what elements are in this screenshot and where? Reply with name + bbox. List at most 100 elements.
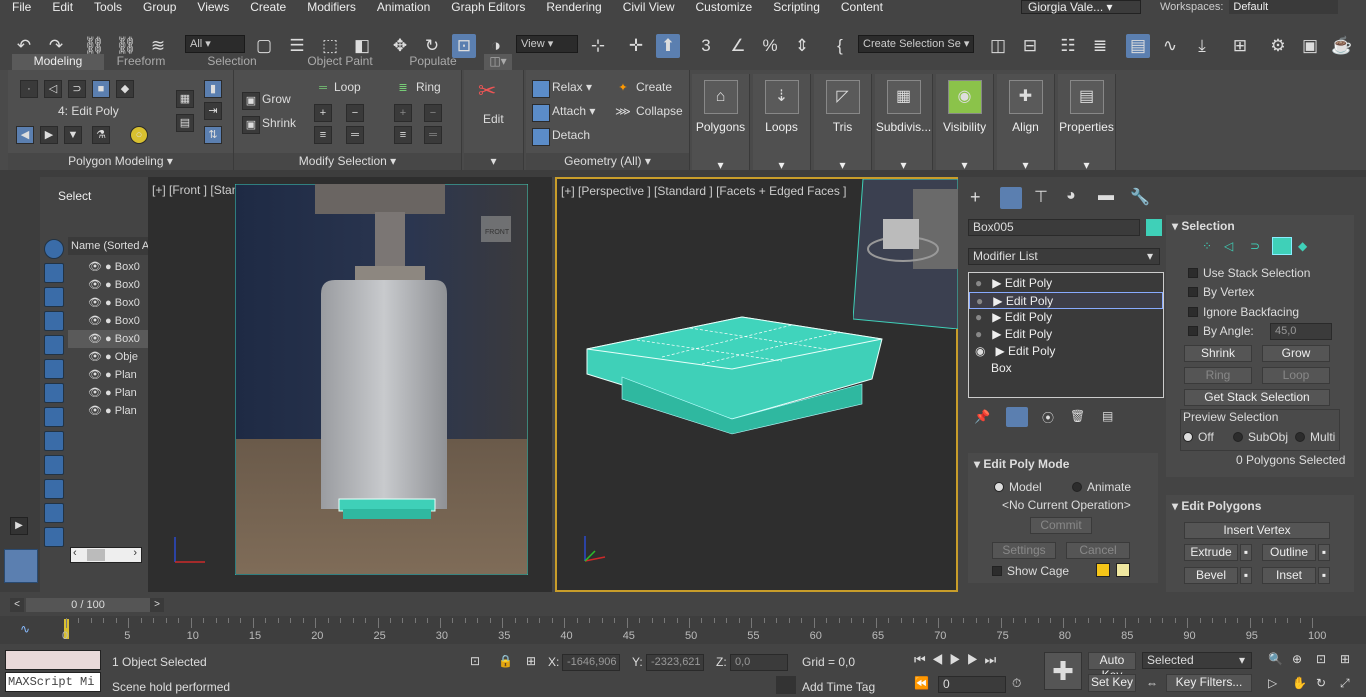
ring-add-icon[interactable]: + (394, 104, 412, 122)
zoom-all-icon[interactable]: ⊕ (1292, 652, 1302, 666)
vertex-mode-icon[interactable]: · (20, 80, 38, 98)
scene-list-item[interactable]: 👁 ● Obje (68, 348, 148, 366)
ring-sel-button[interactable]: Ring (1184, 367, 1252, 384)
pin-stack-icon[interactable]: ▮ (204, 80, 222, 98)
align-icon[interactable]: ⊟ (1018, 34, 1042, 58)
tab-modeling[interactable]: Modeling (12, 54, 104, 70)
scene-list-item[interactable]: 👁 ● Plan (68, 402, 148, 420)
animate-radio[interactable]: Animate (1072, 480, 1131, 494)
selection-filter-dropdown[interactable]: All ▾ (185, 35, 245, 53)
scene-list-item[interactable]: 👁 ● Box0 (68, 294, 148, 312)
add-time-tag[interactable]: Add Time Tag (802, 680, 875, 694)
get-stack-selection-button[interactable]: Get Stack Selection (1184, 389, 1330, 406)
attach-button[interactable]: Attach ▾ (552, 104, 595, 118)
auto-key-button[interactable]: Auto Key (1088, 652, 1136, 682)
display-groups-icon[interactable] (44, 407, 64, 427)
prev-frame-icon[interactable]: ◀ (932, 652, 950, 667)
z-coordinate-field[interactable]: 0,0 (730, 654, 788, 671)
schematic-view-icon[interactable]: ⤓ (1190, 34, 1214, 58)
angle-spinner[interactable]: 45,0 (1270, 323, 1332, 340)
extrude-button[interactable]: Extrude (1184, 544, 1238, 561)
name-column-header[interactable]: Name (Sorted A (68, 237, 148, 255)
menu-group[interactable]: Group (131, 0, 185, 14)
modify-selection-footer[interactable]: Modify Selection ▾ (234, 153, 461, 170)
zoom-icon[interactable]: 🔍 (1268, 652, 1283, 666)
freeze-dot-icon[interactable]: ● (105, 333, 112, 345)
pin-stack-panel-icon[interactable]: 📌 (974, 409, 990, 425)
track-bar[interactable]: ∿ 0 5 10 15 20 25 30 35 40 45 50 55 60 65 70 75 80 85 90 95… (0, 616, 1366, 644)
display-containers-icon[interactable] (44, 479, 64, 499)
hierarchy-panel-icon[interactable]: ⊤ (1034, 187, 1048, 207)
visibility-eye-icon[interactable]: 👁 (88, 369, 102, 381)
outline-button[interactable]: Outline (1262, 544, 1316, 561)
viewport-layout-icon[interactable] (4, 549, 38, 583)
maxscript-listener[interactable] (5, 650, 101, 670)
loop-mode-icon[interactable]: ≡ (314, 126, 332, 144)
maxscript-input[interactable]: MAXScript Mi (5, 672, 101, 692)
select-manipulate-icon[interactable]: ✛ (624, 34, 648, 58)
display-shapes-icon[interactable] (44, 287, 64, 307)
curve-editor-icon[interactable]: ∿ (1158, 34, 1182, 58)
menu-tools[interactable]: Tools (82, 0, 131, 14)
scene-list-item[interactable]: 👁 ● Plan (68, 366, 148, 384)
bevel-settings-icon[interactable]: ▪ (1240, 567, 1252, 584)
menu-customize[interactable]: Customize (684, 0, 762, 14)
create-icon[interactable]: ✦ (614, 80, 632, 98)
freeze-dot-icon[interactable]: ● (105, 351, 112, 363)
by-vertex-checkbox[interactable]: By Vertex (1188, 285, 1254, 299)
freeze-dot-icon[interactable]: ● (105, 261, 112, 273)
edge-mode-icon[interactable]: ◁ (44, 80, 62, 98)
extrude-settings-icon[interactable]: ▪ (1240, 544, 1252, 561)
freeze-dot-icon[interactable]: ● (105, 297, 112, 309)
collapse-stack-icon[interactable]: ▼ (64, 126, 82, 144)
attach-icon[interactable] (532, 104, 550, 122)
menu-scripting[interactable]: Scripting (761, 0, 829, 14)
time-config-icon[interactable]: ⏱ (1012, 676, 1021, 691)
cage-color-swatch-2[interactable] (1116, 563, 1130, 577)
create-panel-icon[interactable]: + (970, 187, 981, 208)
menu-modifiers[interactable]: Modifiers (295, 0, 365, 14)
visibility-eye-icon[interactable]: 👁 (88, 315, 102, 327)
field-of-view-icon[interactable]: ▷ (1268, 676, 1277, 690)
by-angle-checkbox[interactable]: By Angle: (1188, 324, 1254, 338)
display-lights-icon[interactable] (44, 311, 64, 331)
loop-dot-icon[interactable]: ═ (346, 126, 364, 144)
display-xrefs-icon[interactable] (44, 431, 64, 451)
object-name-field[interactable]: Box005 (968, 219, 1140, 236)
goto-start-icon[interactable]: ⏮ (914, 652, 932, 667)
rendered-frame-window-icon[interactable]: ▣ (1298, 34, 1322, 58)
ring-dot-icon[interactable]: ═ (424, 126, 442, 144)
menu-edit[interactable]: Edit (40, 0, 82, 14)
stack-item-edit-poly-3[interactable]: ● ▶ Edit Poly (969, 309, 1163, 326)
detach-button[interactable]: Detach (552, 128, 590, 142)
key-filters-button[interactable]: Key Filters... (1166, 674, 1252, 692)
freeze-dot-icon[interactable]: ● (105, 279, 112, 291)
visibility-eye-icon[interactable]: 👁 (88, 279, 102, 291)
goto-end-icon[interactable]: ⏭ (985, 652, 1003, 667)
menu-content[interactable]: Content (829, 0, 892, 14)
sel-border-icon[interactable]: ⊃ (1250, 239, 1260, 253)
cancel-button[interactable]: Cancel (1066, 542, 1130, 559)
display-space-warps-icon[interactable] (44, 383, 64, 403)
create-button[interactable]: Create (636, 80, 672, 94)
visibility-eye-icon[interactable]: 👁 (88, 261, 102, 273)
loops-button[interactable]: ⇣ Loops ▾ (753, 74, 811, 172)
polygon-mode-icon[interactable]: ■ (92, 80, 110, 98)
tab-populate[interactable]: Populate (400, 54, 466, 70)
inset-settings-icon[interactable]: ▪ (1318, 567, 1330, 584)
y-coordinate-field[interactable]: -2323,621 (646, 654, 704, 671)
shrink-icon[interactable]: ▣ (242, 116, 260, 134)
mirror-icon[interactable]: ◫ (986, 34, 1010, 58)
geometry-all-footer[interactable]: Geometry (All) ▾ (526, 153, 689, 170)
stack-item-edit-poly-1[interactable]: ● ▶ Edit Poly (969, 275, 1163, 292)
visibility-eye-icon[interactable]: 👁 (88, 387, 102, 399)
toggle-ribbon-icon[interactable]: ▤ (1126, 34, 1150, 58)
selection-header[interactable]: ▾ Selection (1172, 219, 1235, 233)
set-key-button[interactable]: Set Key (1088, 674, 1136, 692)
grow-button[interactable]: Grow (262, 92, 291, 106)
tab-selection[interactable]: Selection (192, 54, 272, 70)
layer-explorer-icon[interactable]: ≣ (1088, 34, 1112, 58)
motion-panel-icon[interactable]: ◕ (1066, 187, 1076, 205)
horizontal-scrollbar[interactable]: ‹ › (70, 547, 142, 563)
subdivision-button[interactable]: ▦ Subdivis... ▾ (875, 74, 933, 172)
